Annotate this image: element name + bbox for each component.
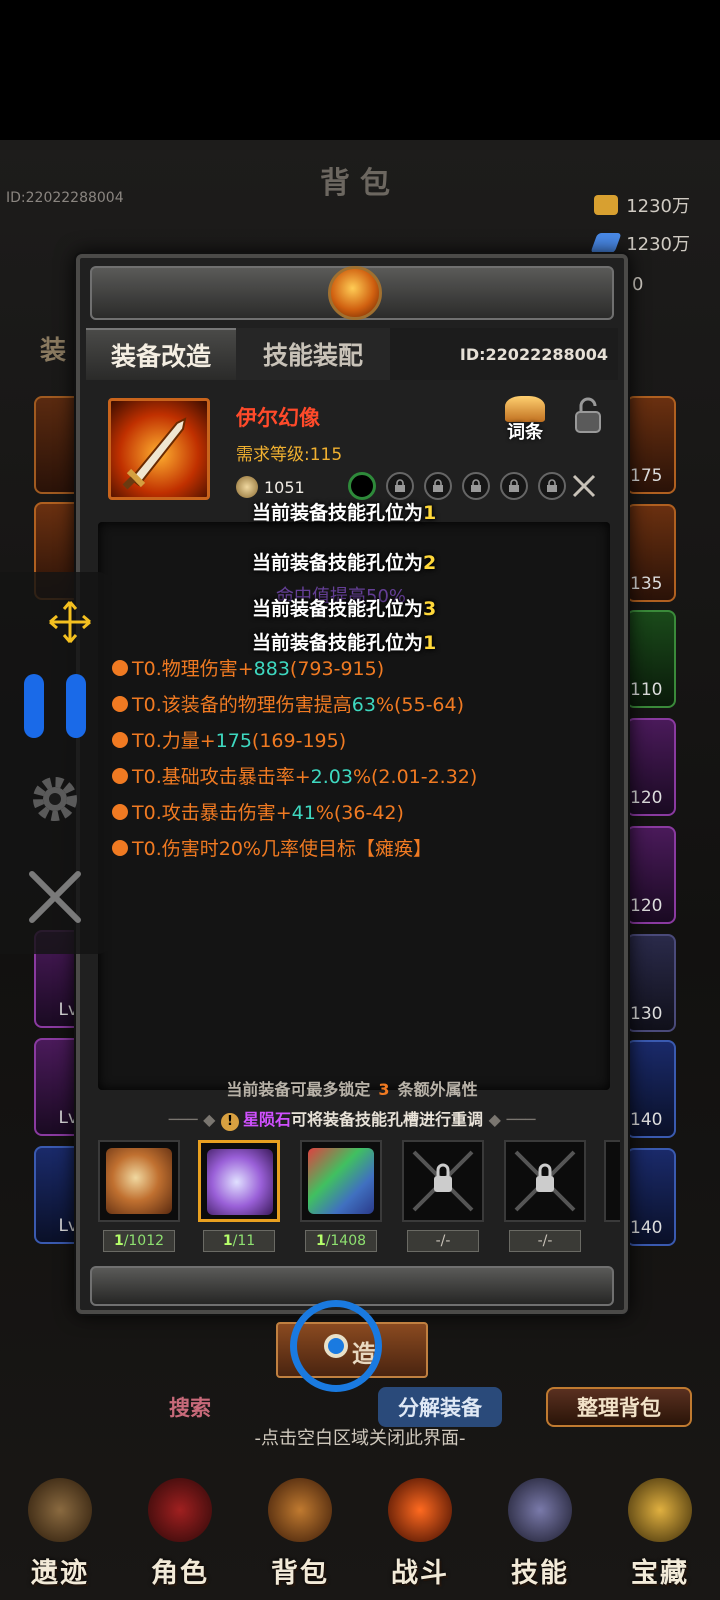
nav-character[interactable]: 角色 — [126, 1472, 234, 1590]
item-requirement: 需求等级:115 — [236, 445, 343, 465]
socket-locked[interactable] — [462, 472, 490, 500]
item-power: 1051 — [236, 476, 305, 498]
gold-icon — [594, 195, 619, 215]
equipment-modify-dialog: 装备改造 技能装配 ID:22022288004 伊尔幻像 需求等级:115 1… — [76, 254, 628, 1314]
inventory-slot[interactable]: 140 — [626, 1148, 676, 1246]
chained-lock-icon — [514, 1150, 576, 1212]
dialog-ornament-bottom — [90, 1266, 614, 1306]
close-hint[interactable]: -点击空白区域关闭此界面- — [0, 1424, 720, 1450]
bottom-nav: 遗迹 角色 背包 战斗 技能 宝藏 — [0, 1470, 720, 1600]
tab-equipment-modify[interactable]: 装备改造 — [86, 328, 236, 380]
diamond-icon — [590, 233, 622, 253]
socket-toast: 当前装备技能孔位为1 — [252, 502, 437, 524]
touch-cursor-indicator — [290, 1300, 382, 1392]
material-star-meteor-stone[interactable]: 1/11 — [198, 1140, 280, 1252]
socket-locked[interactable] — [424, 472, 452, 500]
search-button[interactable]: 搜索 — [130, 1387, 250, 1427]
flame-sword-icon[interactable] — [108, 398, 210, 500]
socket-open[interactable] — [348, 472, 376, 500]
gold-amount: 1230万 — [626, 196, 690, 217]
power-value: 1051 — [264, 477, 305, 497]
item-name: 伊尔幻像 — [236, 406, 320, 430]
stat-line: T0.攻击暴击伤害+41%(36-42) — [112, 798, 404, 825]
inventory-slot[interactable]: 140 — [626, 1040, 676, 1138]
inventory-slot[interactable]: 110 — [626, 610, 676, 708]
gold-counter: 1230万 — [594, 190, 690, 220]
stat-line: T0.伤害时20%几率使目标【瘫痪】 — [112, 834, 432, 861]
stat-line: T0.该装备的物理伤害提高63%(55-64) — [112, 690, 464, 717]
lock-icon — [509, 479, 519, 492]
material-slot-locked[interactable]: -/- — [504, 1140, 586, 1252]
nav-battle[interactable]: 战斗 — [366, 1472, 474, 1590]
gear-icon[interactable] — [28, 772, 82, 826]
item-header: 伊尔幻像 需求等级:115 1051 词条 — [108, 396, 604, 506]
dialog-ornament-top — [90, 266, 614, 320]
third-currency-amount: 0 — [632, 274, 644, 295]
material-slot-locked[interactable]: -/- — [402, 1140, 484, 1252]
nav-bag[interactable]: 背包 — [246, 1472, 354, 1590]
close-icon[interactable] — [26, 868, 84, 926]
exclamation-icon: ! — [220, 1113, 239, 1131]
lock-limit-note: 当前装备可最多锁定 3 条额外属性 — [226, 1080, 478, 1099]
player-id: ID:22022288004 — [6, 190, 124, 206]
chained-lock-icon — [412, 1150, 474, 1212]
battle-portal-icon — [388, 1478, 452, 1542]
stat-line: T0.物理伤害+883(793-915) — [112, 654, 384, 681]
star-meteor-stone-icon — [207, 1149, 273, 1215]
socket-locked[interactable] — [500, 472, 528, 500]
socket-toast: 当前装备技能孔位为2 — [252, 552, 437, 574]
inventory-slot[interactable]: 130 — [626, 934, 676, 1032]
inventory-slot[interactable]: 120 — [626, 718, 676, 816]
character-icon — [148, 1478, 212, 1542]
nav-treasure[interactable]: 宝藏 — [606, 1472, 714, 1590]
stat-line: T0.基础攻击暴击率+2.03%(2.01-2.32) — [112, 762, 477, 789]
lock-icon — [471, 479, 481, 492]
tab-skill-assembly[interactable]: 技能装配 — [236, 328, 390, 380]
affix-button[interactable]: 词条 — [493, 396, 557, 444]
yin-yang-stone-icon — [106, 1148, 172, 1214]
relics-icon — [28, 1478, 92, 1542]
material-yin-yang-stone[interactable]: 1/1012 — [98, 1140, 180, 1252]
socket-locked[interactable] — [386, 472, 414, 500]
decompose-button[interactable]: 分解装备 — [378, 1387, 502, 1427]
reroll-hint: ─── ◆ ! 星陨石可将装备技能孔槽进行重调 ◆ ─── — [168, 1110, 536, 1131]
socket-toast: 当前装备技能孔位为1 — [252, 632, 437, 654]
skill-sockets — [348, 472, 566, 500]
material-rainbow-crystal[interactable]: 1/1408 — [300, 1140, 382, 1252]
bag-icon — [268, 1478, 332, 1542]
lock-icon — [395, 479, 405, 492]
lock-icon — [433, 479, 443, 492]
equipment-id: ID:22022288004 — [390, 328, 618, 380]
nav-skills[interactable]: 技能 — [486, 1472, 594, 1590]
sort-inventory-button[interactable]: 整理背包 — [546, 1387, 692, 1427]
lock-icon — [547, 479, 557, 492]
bg-tab-equip[interactable]: 装 — [40, 330, 66, 367]
treasure-icon — [628, 1478, 692, 1542]
nav-relics[interactable]: 遗迹 — [6, 1472, 114, 1590]
diamond-amount: 1230万 — [626, 234, 690, 255]
stat-line: T0.力量+175(169-195) — [112, 726, 346, 753]
socket-toast: 当前装备技能孔位为3 — [252, 598, 437, 620]
rainbow-crystal-icon — [308, 1148, 374, 1214]
inventory-slot[interactable]: 175 — [626, 396, 676, 494]
power-medal-icon — [236, 476, 258, 498]
fire-orb-icon — [328, 266, 382, 320]
move-arrows-icon[interactable] — [48, 600, 92, 644]
dialog-tabs: 装备改造 技能装配 ID:22022288004 — [86, 328, 618, 380]
materials-row: 1/1012 1/11 1/1408 -/- -/- — [94, 1140, 620, 1260]
crossed-swords-icon[interactable] — [570, 472, 598, 500]
material-slot-partial[interactable] — [604, 1140, 620, 1222]
floating-control-bar — [0, 572, 112, 954]
socket-locked[interactable] — [538, 472, 566, 500]
item-lock-icon[interactable] — [572, 396, 604, 434]
inventory-slot[interactable]: 120 — [626, 826, 676, 924]
inventory-slot[interactable]: 135 — [626, 504, 676, 602]
pause-icon[interactable] — [24, 674, 88, 738]
skills-book-icon — [508, 1478, 572, 1542]
